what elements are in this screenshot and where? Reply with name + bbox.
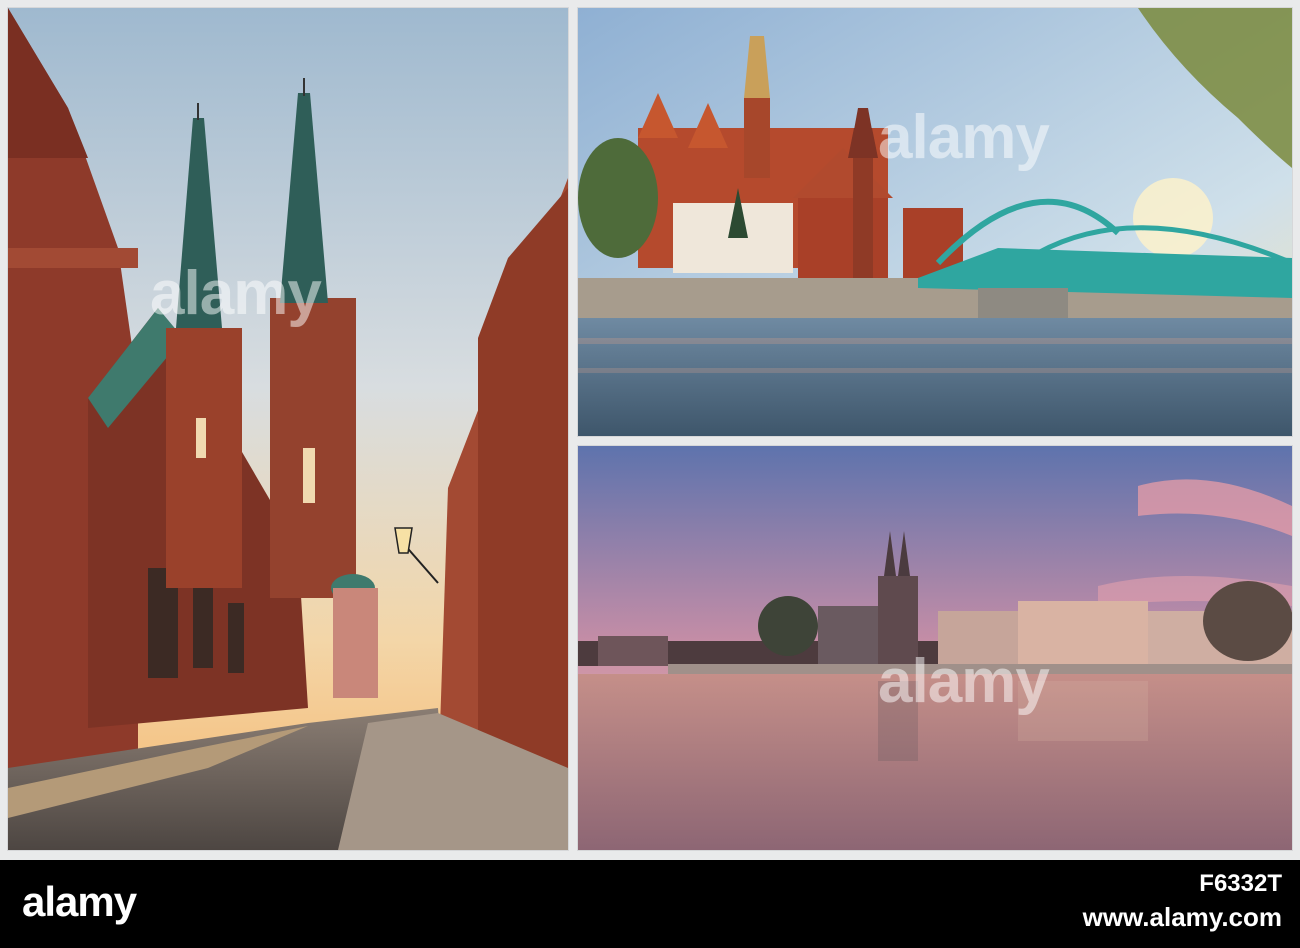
- footer-info: F6332T www.alamy.com: [1083, 870, 1282, 933]
- image-id: F6332T: [1199, 870, 1282, 897]
- alamy-url: www.alamy.com: [1082, 902, 1282, 932]
- footer-bar: alamy F6332T www.alamy.com: [0, 860, 1300, 948]
- photo-cathedral-street: [8, 8, 568, 850]
- photo-sunset-riverfront: [578, 446, 1292, 850]
- alamy-logo: alamy: [22, 878, 137, 925]
- photo-bridge-churches: [578, 8, 1292, 436]
